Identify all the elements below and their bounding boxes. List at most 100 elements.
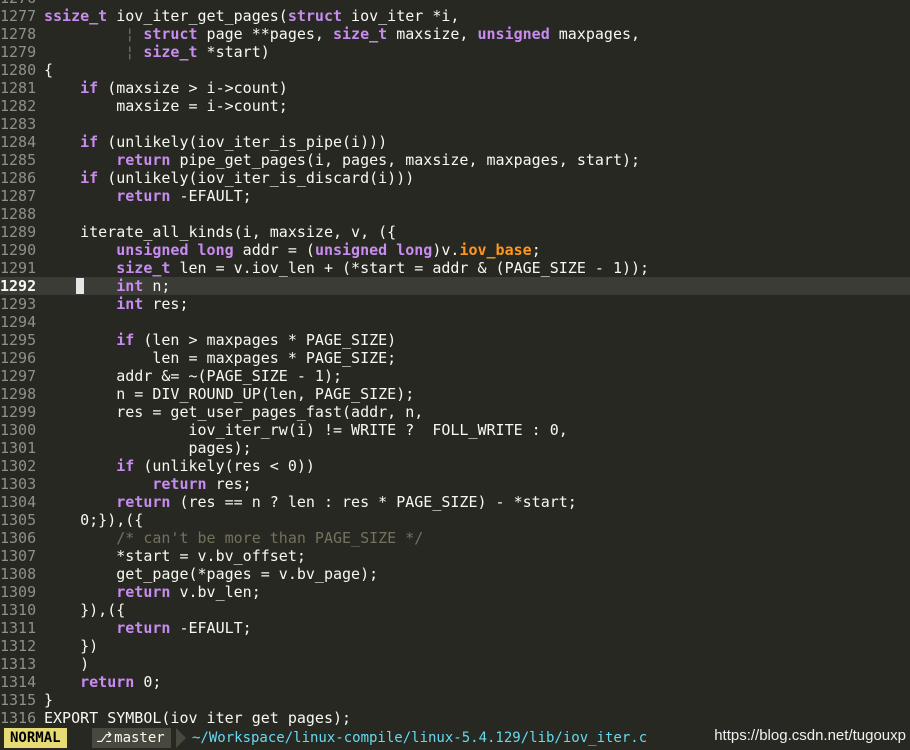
line-number: 1278 (0, 25, 37, 43)
code-line[interactable]: 1303 return res; (0, 475, 910, 493)
code-token: iterate_all_kinds(i, maxsize, v, ({ (44, 223, 397, 241)
code-token: n = DIV_ROUND_UP(len, PAGE_SIZE); (44, 385, 415, 403)
code-line[interactable]: 1297 addr &= ~(PAGE_SIZE - 1); (0, 367, 910, 385)
code-line[interactable]: 1291 size_t len = v.iov_len + (*start = … (0, 259, 910, 277)
line-number: 1283 (0, 115, 37, 133)
line-number: 1291 (0, 259, 37, 277)
code-line[interactable]: 1305 0;}),({ (0, 511, 910, 529)
watermark: https://blog.csdn.net/tugouxp (714, 727, 906, 744)
code-token: page **pages, (197, 25, 333, 43)
code-line[interactable]: 1292 int n; (0, 277, 910, 295)
code-text: ssize_t iov_iter_get_pages(struct iov_it… (44, 7, 459, 25)
line-number: 1292 (0, 277, 37, 295)
code-line[interactable]: 1301 pages); (0, 439, 910, 457)
line-number: 1303 (0, 475, 37, 493)
code-line[interactable]: 1284 if (unlikely(iov_iter_is_pipe(i))) (0, 133, 910, 151)
code-line[interactable]: 1283 (0, 115, 910, 133)
line-number: 1302 (0, 457, 37, 475)
code-token: (unlikely(iov_iter_is_pipe(i))) (98, 133, 388, 151)
code-line[interactable]: 1295 if (len > maxpages * PAGE_SIZE) (0, 331, 910, 349)
code-line[interactable]: 1307 *start = v.bv_offset; (0, 547, 910, 565)
code-text: }),({ (44, 601, 125, 619)
code-text: pages); (44, 439, 251, 457)
code-line[interactable]: 1302 if (unlikely(res < 0)) (0, 457, 910, 475)
line-number: 1314 (0, 673, 37, 691)
code-token: res = get_user_pages_fast(addr, n, (44, 403, 424, 421)
code-line[interactable]: 1314 return 0; (0, 673, 910, 691)
code-line[interactable]: 1313 ) (0, 655, 910, 673)
line-number: 1296 (0, 349, 37, 367)
code-line[interactable]: 1277 ssize_t iov_iter_get_pages(struct io… (0, 7, 910, 25)
code-token: return (116, 619, 171, 637)
code-line[interactable]: 1315} (0, 691, 910, 709)
code-text: addr &= ~(PAGE_SIZE - 1); (44, 367, 342, 385)
code-line[interactable]: 1306 /* can't be more than PAGE_SIZE */ (0, 529, 910, 547)
code-token: } (44, 691, 54, 709)
code-line[interactable]: 1296 len = maxpages * PAGE_SIZE; (0, 349, 910, 367)
code-token: addr = ( (233, 241, 315, 259)
code-line[interactable]: 1311 return -EFAULT; (0, 619, 910, 637)
code-line[interactable]: 1293 int res; (0, 295, 910, 313)
code-token: size_t (143, 43, 198, 61)
code-line[interactable]: 1304 return (res == n ? len : res * PAGE… (0, 493, 910, 511)
code-token: if (80, 133, 99, 151)
line-number: 1304 (0, 493, 37, 511)
code-token: size_t (333, 25, 388, 43)
code-line[interactable]: 1299 res = get_user_pages_fast(addr, n, (0, 403, 910, 421)
code-line[interactable]: 1290 unsigned long addr = (unsigned long… (0, 241, 910, 259)
code-token: -EFAULT; (170, 187, 252, 205)
code-token: 0;}),({ (44, 511, 144, 529)
code-token: return (116, 187, 171, 205)
code-line[interactable]: 1280 { (0, 61, 910, 79)
code-line[interactable]: 1286 if (unlikely(iov_iter_is_discard(i)… (0, 169, 910, 187)
line-number: 1289 (0, 223, 37, 241)
code-line[interactable]: 1308 get_page(*pages = v.bv_page); (0, 565, 910, 583)
code-line[interactable]: 1288 (0, 205, 910, 223)
code-line[interactable]: 1287 return -EFAULT; (0, 187, 910, 205)
code-line[interactable]: 1298 n = DIV_ROUND_UP(len, PAGE_SIZE); (0, 385, 910, 403)
code-token: size_t (116, 259, 171, 277)
code-text: int res; (44, 295, 188, 313)
line-number: 1315 (0, 691, 37, 709)
code-line[interactable]: 1294 (0, 313, 910, 331)
code-text: return pipe_get_pages(i, pages, maxsize,… (44, 151, 640, 169)
code-token: 0; (134, 673, 162, 691)
status-line: NORMAL ⎇ master ~/Workspace/linux-compile… (0, 726, 910, 750)
code-line[interactable]: 1278 ¦ struct page **pages, size_t maxsi… (0, 25, 910, 43)
code-line[interactable]: 1309 return v.bv_len; (0, 583, 910, 601)
code-line[interactable]: 1310 }),({ (0, 601, 910, 619)
code-text: /* can't be more than PAGE_SIZE */ (44, 529, 423, 547)
line-number: 1300 (0, 421, 37, 439)
code-line[interactable]: 1316 EXPORT_SYMBOL(iov_iter_get_pages); (0, 709, 910, 727)
code-token: if (116, 331, 135, 349)
code-line[interactable]: 1276 (0, 0, 910, 7)
line-number: 1316 (0, 709, 37, 727)
code-line[interactable]: 1285 return pipe_get_pages(i, pages, max… (0, 151, 910, 169)
code-token: if (80, 79, 99, 97)
code-editor[interactable]: 12761277 ssize_t iov_iter_get_pages(struc… (0, 0, 910, 727)
code-line[interactable]: 1281 if (maxsize > i->count) (0, 79, 910, 97)
code-token: iov_iter *i, (342, 7, 460, 25)
code-line[interactable]: 1312 }) (0, 637, 910, 655)
code-line[interactable]: 1279 ¦ size_t *start) (0, 43, 910, 61)
git-branch: ⎇ master (92, 728, 171, 748)
code-text: res = get_user_pages_fast(addr, n, (44, 403, 423, 421)
separator-arrow-icon (176, 728, 186, 748)
code-token: unsigned (116, 241, 189, 259)
code-token: )v. (432, 241, 460, 259)
code-line[interactable]: 1289 iterate_all_kinds(i, maxsize, v, ({ (0, 223, 910, 241)
code-token: (len > maxpages * PAGE_SIZE) (134, 331, 397, 349)
code-line[interactable]: 1300 iov_iter_rw(i) != WRITE ? FOLL_WRIT… (0, 421, 910, 439)
code-token: (unlikely(res < 0)) (134, 457, 315, 475)
line-number: 1305 (0, 511, 37, 529)
code-token: unsigned (477, 25, 550, 43)
line-number: 1307 (0, 547, 37, 565)
code-token: get_page(*pages = v.bv_page); (44, 565, 379, 583)
code-line[interactable]: 1282 maxsize = i->count; (0, 97, 910, 115)
code-token: maxsize, (387, 25, 478, 43)
code-text: maxsize = i->count; (44, 97, 288, 115)
